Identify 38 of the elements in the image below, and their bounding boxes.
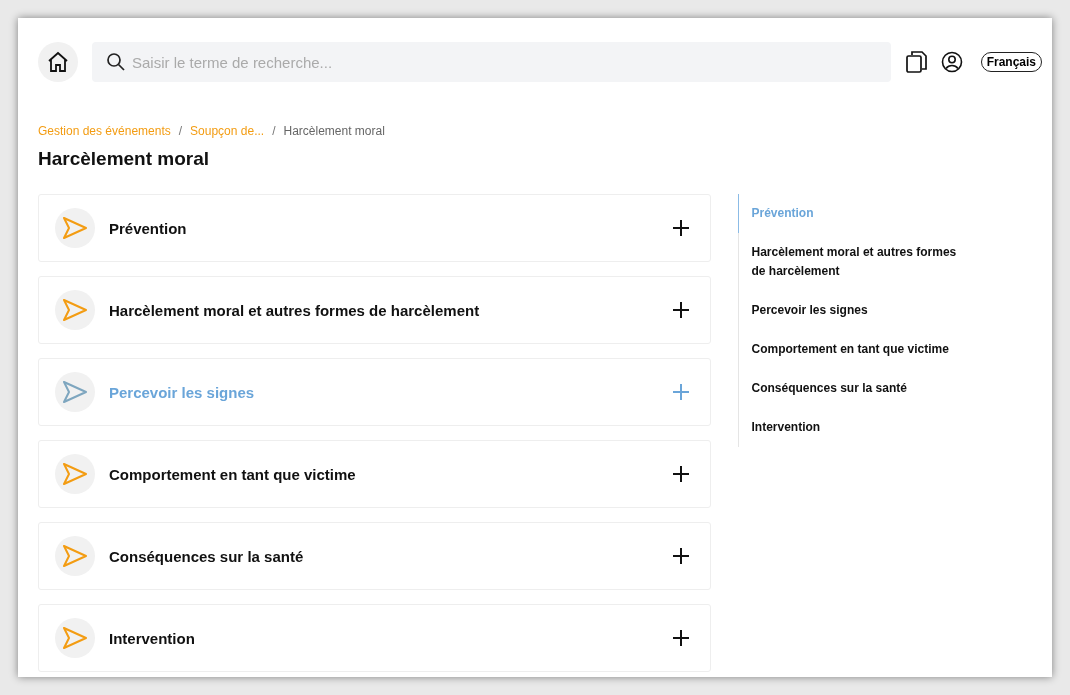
plus-icon[interactable] <box>672 629 690 647</box>
accordion-title: Intervention <box>109 629 196 647</box>
accordion-item[interactable]: Prévention <box>38 194 711 262</box>
home-icon <box>46 50 70 74</box>
toc-link[interactable]: Percevoir les signes <box>737 291 969 330</box>
accordion-title: Comportement en tant que victime <box>109 465 357 483</box>
breadcrumb-separator: / <box>178 124 183 138</box>
plus-icon[interactable] <box>672 219 690 237</box>
copy-icon[interactable] <box>904 50 927 74</box>
accordion-item[interactable]: Conséquences sur la santé <box>38 522 711 590</box>
accordion-title: Conséquences sur la santé <box>109 547 305 565</box>
accordion-title: Prévention <box>109 219 188 237</box>
breadcrumb-current: Harcèlement moral <box>283 124 385 138</box>
send-icon <box>55 454 95 494</box>
accordion-item[interactable]: Harcèlement moral et autres formes de harcèlement <box>38 276 711 344</box>
send-icon <box>55 290 95 330</box>
accordion-title: Harcèlement moral et autres formes de harcèlement <box>109 301 481 319</box>
plus-icon[interactable] <box>672 301 690 319</box>
search-icon <box>106 52 126 72</box>
toc-link[interactable]: Comportement en tant que victime <box>737 330 969 369</box>
toc-link[interactable]: Conséquences sur la santé <box>737 369 969 408</box>
plus-icon[interactable] <box>672 465 690 483</box>
search-field[interactable]: Saisir le terme de recherche... <box>92 42 891 82</box>
send-icon <box>55 372 95 412</box>
send-icon <box>55 536 95 576</box>
send-icon <box>55 618 95 658</box>
page-title: Harcèlement moral <box>38 148 211 170</box>
send-icon <box>55 208 95 248</box>
home-button[interactable] <box>38 42 78 82</box>
toc-link[interactable]: Intervention <box>737 408 969 447</box>
toc-link[interactable]: Harcèlement moral et autres formes de harcèlement <box>737 233 969 291</box>
plus-icon[interactable] <box>672 547 690 565</box>
user-icon[interactable] <box>940 51 963 73</box>
accordion-title: Percevoir les signes <box>109 383 256 401</box>
language-button[interactable]: Français <box>980 52 1042 72</box>
accordion-item[interactable]: Intervention <box>38 604 711 672</box>
breadcrumb-separator: / <box>272 124 276 138</box>
accordion-item[interactable]: Comportement en tant que victime <box>38 440 711 508</box>
